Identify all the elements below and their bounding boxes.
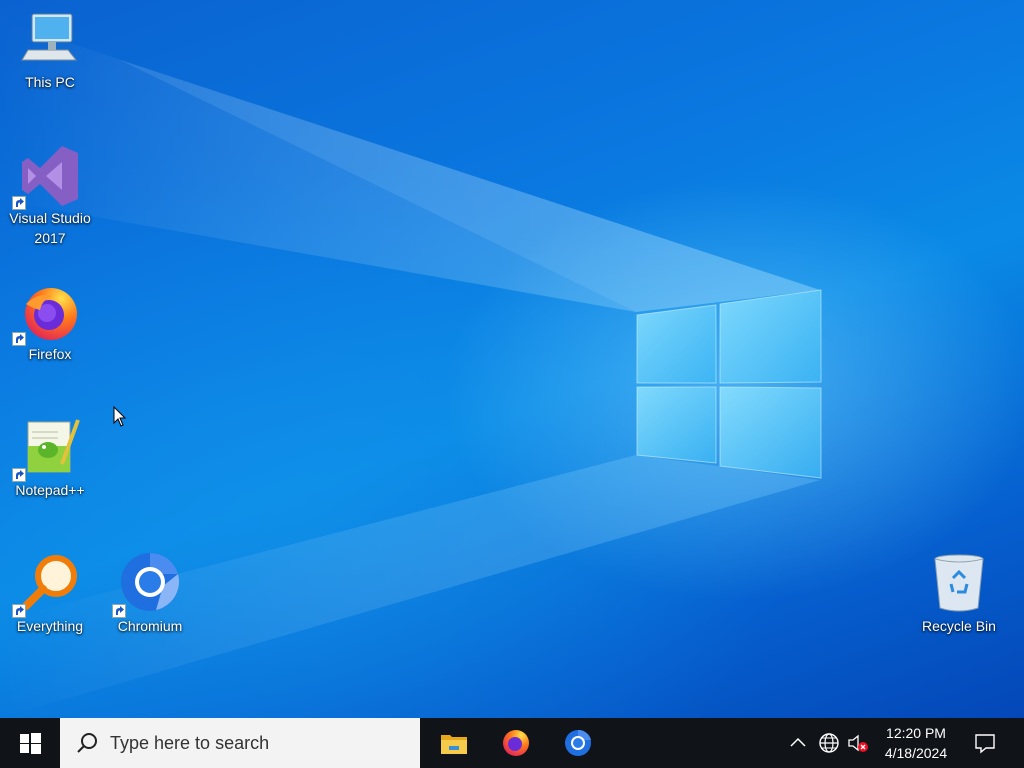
- shortcut-arrow-icon: [12, 332, 26, 346]
- visual-studio-icon: [22, 146, 78, 206]
- icon-label-line-2: 2017: [34, 230, 66, 246]
- desktop-background[interactable]: This PC Visual Studio 2017 Firefox Notep…: [0, 0, 1024, 718]
- clock-date: 4/18/2024: [884, 745, 948, 761]
- action-center-icon: [975, 734, 995, 754]
- desktop-icon-chromium[interactable]: Chromium: [100, 552, 200, 652]
- icon-label: Notepad++: [15, 482, 85, 498]
- volume-button[interactable]: [847, 718, 869, 768]
- clock-time: 12:20 PM: [886, 725, 946, 741]
- network-globe-icon: [819, 733, 839, 753]
- icon-label-line-1: Visual Studio: [9, 210, 91, 226]
- chromium-icon: [565, 729, 591, 756]
- taskbar-app-file-explorer[interactable]: [427, 718, 481, 768]
- start-button[interactable]: [0, 718, 60, 768]
- desktop-icon-notepad-plus-plus[interactable]: Notepad++: [0, 416, 100, 516]
- speaker-muted-icon: [848, 734, 868, 752]
- file-explorer-icon: [441, 735, 467, 754]
- shortcut-arrow-icon: [12, 468, 26, 482]
- show-hidden-icons-button[interactable]: [789, 718, 809, 768]
- desktop-icon-firefox[interactable]: Firefox: [0, 280, 100, 380]
- search-placeholder: Type here to search: [110, 733, 270, 753]
- firefox-icon: [25, 288, 77, 340]
- chromium-icon: [121, 552, 180, 611]
- windows-logo-icon: [20, 733, 41, 754]
- chevron-up-icon: [790, 737, 806, 747]
- icon-label: This PC: [25, 74, 75, 90]
- taskbar-app-firefox[interactable]: [489, 718, 543, 768]
- wallpaper-windows-logo: [636, 289, 822, 479]
- icon-label: Chromium: [117, 618, 183, 634]
- action-center-button[interactable]: [962, 718, 1024, 768]
- taskbar-clock[interactable]: 12:20 PM 4/18/2024: [870, 723, 962, 763]
- computer-icon: [21, 13, 78, 61]
- desktop-icon-visual-studio-2017[interactable]: Visual Studio 2017: [0, 144, 100, 246]
- everything-search-icon: [22, 555, 77, 610]
- icon-label: Everything: [16, 618, 84, 634]
- taskbar: Type here to search 12:20 PM 4/18/2024: [0, 718, 1024, 768]
- desktop-icon-everything[interactable]: Everything: [0, 552, 100, 652]
- mouse-pointer-icon: [113, 406, 127, 427]
- search-icon: [77, 733, 97, 753]
- shortcut-arrow-icon: [12, 196, 26, 210]
- network-button[interactable]: [818, 718, 840, 768]
- shortcut-arrow-icon: [12, 604, 26, 618]
- firefox-icon: [503, 730, 529, 756]
- desktop-icon-recycle-bin[interactable]: Recycle Bin: [909, 552, 1009, 652]
- notepad-plus-plus-icon: [27, 419, 80, 473]
- icon-label: Recycle Bin: [922, 618, 996, 634]
- taskbar-app-chromium[interactable]: [551, 718, 605, 768]
- desktop-icon-this-pc[interactable]: This PC: [0, 8, 100, 108]
- shortcut-arrow-icon: [112, 604, 126, 618]
- recycle-bin-icon: [934, 554, 984, 612]
- icon-label: Firefox: [28, 346, 72, 362]
- taskbar-search-box[interactable]: Type here to search: [60, 718, 420, 768]
